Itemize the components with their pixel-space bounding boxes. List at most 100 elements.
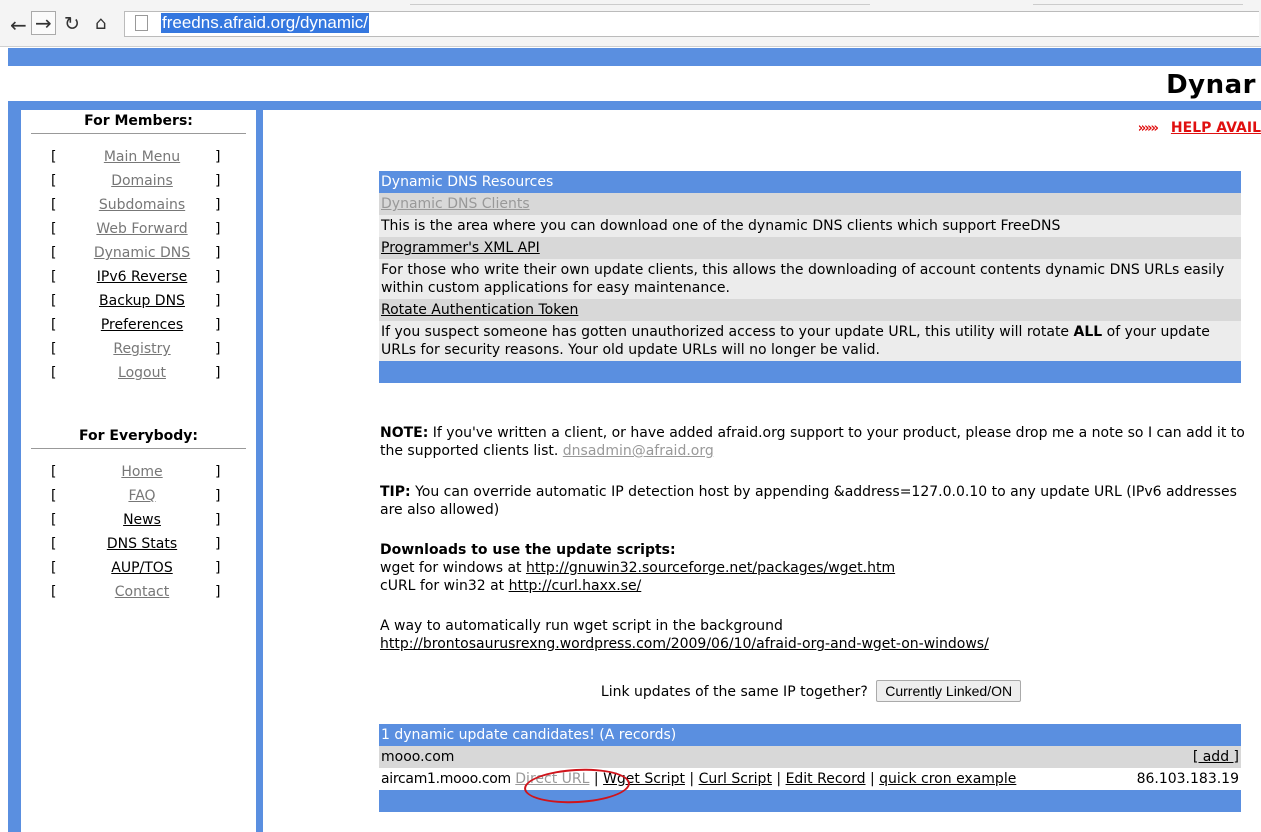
sidebar-member-link[interactable]: Domains (73, 169, 211, 193)
link-updates-question: Link updates of the same IP together? (600, 684, 868, 700)
curl-script-link[interactable]: Curl Script (699, 771, 772, 787)
sidebar-member-item[interactable]: [Registry] (21, 337, 256, 361)
sidebar-member-link[interactable]: Registry (73, 337, 211, 361)
sidebar-everybody-item[interactable]: [News] (21, 508, 256, 532)
bracket-close: ] (215, 560, 221, 576)
bracket-close: ] (215, 269, 221, 285)
frame-column-divider (256, 101, 263, 832)
bracket-open: [ (51, 293, 57, 309)
curl-prefix: cURL for win32 at (380, 578, 509, 594)
sidebar-member-item[interactable]: [Dynamic DNS] (21, 241, 256, 265)
sidebar-member-link[interactable]: Main Menu (73, 145, 211, 169)
sidebar-member-link[interactable]: Backup DNS (73, 289, 211, 313)
background-link[interactable]: http://brontosaurusrexng.wordpress.com/2… (380, 636, 989, 652)
note-label: NOTE: (380, 425, 429, 441)
tab-edge (1033, 4, 1243, 5)
sidebar-everybody-item[interactable]: [ AUP/TOS] (21, 556, 256, 580)
curl-link[interactable]: http://curl.haxx.se/ (509, 578, 642, 594)
sidebar-everybody-link[interactable]: Home (73, 460, 211, 484)
sidebar-everybody-item[interactable]: [Contact] (21, 580, 256, 604)
bracket-open: [ (51, 245, 57, 261)
ip-address: 86.103.183.19 (1117, 768, 1241, 790)
sidebar-member-item[interactable]: [ Backup DNS] (21, 289, 256, 313)
page-title: Dynar (1166, 70, 1256, 100)
add-link[interactable]: [ add ] (1193, 749, 1239, 765)
sidebar-member-item[interactable]: [Domains] (21, 169, 256, 193)
help-label[interactable]: HELP AVAIL (1171, 120, 1261, 136)
bracket-open: [ (51, 341, 57, 357)
bracket-open: [ (51, 560, 57, 576)
bracket-close: ] (215, 293, 221, 309)
forward-arrow-icon[interactable]: → (31, 11, 56, 35)
reload-icon[interactable]: ↻ (64, 13, 80, 35)
direct-url-link[interactable]: Direct URL (515, 771, 589, 787)
sidebar-member-item[interactable]: [ Subdomains] (21, 193, 256, 217)
bracket-close: ] (215, 197, 221, 213)
help-link[interactable]: »»» HELP AVAIL (1138, 120, 1261, 136)
tip-paragraph: TIP: You can override automatic IP detec… (380, 483, 1250, 519)
frame-top-bar (8, 48, 1261, 66)
sidebar-everybody-link[interactable]: News (73, 508, 211, 532)
page-icon (135, 15, 148, 31)
candidates-footer (379, 790, 1241, 812)
sidebar-member-item[interactable]: [Logout] (21, 361, 256, 385)
resources-title: Dynamic DNS Resources (379, 171, 1241, 193)
bracket-close: ] (215, 317, 221, 333)
rotate-text-bold: ALL (1073, 324, 1103, 340)
sidebar-member-link[interactable]: Preferences (73, 313, 211, 337)
wget-script-link[interactable]: Wget Script (603, 771, 685, 787)
sidebar-member-link[interactable]: Subdomains (73, 193, 211, 217)
resources-table: Dynamic DNS Resources Dynamic DNS Client… (379, 171, 1241, 383)
email-link[interactable]: dnsadmin@afraid.org (563, 443, 714, 459)
frame-divider (8, 101, 1261, 110)
cron-example-link[interactable]: quick cron example (879, 771, 1016, 787)
bracket-open: [ (51, 317, 57, 333)
linked-toggle-button[interactable]: Currently Linked/ON (876, 680, 1022, 702)
edit-record-link[interactable]: Edit Record (786, 771, 866, 787)
sidebar-member-link[interactable]: Web Forward (73, 217, 211, 241)
sidebar-member-item[interactable]: [IPv6 Reverse] (21, 265, 256, 289)
wget-link[interactable]: http://gnuwin32.sourceforge.net/packages… (526, 560, 895, 576)
sidebar-everybody-link[interactable]: Contact (73, 580, 211, 604)
dynamic-dns-clients-link[interactable]: Dynamic DNS Clients (381, 196, 530, 212)
bracket-open: [ (51, 584, 57, 600)
sidebar-everybody-link[interactable]: AUP/TOS (73, 556, 211, 580)
address-url[interactable]: freedns.afraid.org/dynamic/ (161, 13, 369, 33)
sidebar-member-item[interactable]: [ Main Menu] (21, 145, 256, 169)
rotate-text-1: If you suspect someone has gotten unauth… (381, 324, 1074, 340)
sidebar-member-link[interactable]: IPv6 Reverse (73, 265, 211, 289)
divider (31, 133, 246, 134)
wget-prefix: wget for windows at (380, 560, 526, 576)
xml-api-link[interactable]: Programmer's XML API (381, 240, 540, 256)
bracket-close: ] (215, 221, 221, 237)
bracket-close: ] (215, 149, 221, 165)
candidates-table: 1 dynamic update candidates! (A records)… (379, 724, 1241, 812)
tip-text: You can override automatic IP detection … (380, 484, 1237, 518)
bracket-close: ] (215, 365, 221, 381)
background-text: A way to automatically run wget script i… (380, 618, 783, 634)
back-arrow-icon[interactable]: ← (10, 13, 27, 37)
link-updates-row: Link updates of the same IP together? Cu… (380, 680, 1242, 702)
sidebar-member-item[interactable]: [ Web Forward] (21, 217, 256, 241)
sidebar-member-link[interactable]: Logout (73, 361, 211, 385)
address-bar[interactable]: freedns.afraid.org/dynamic/ (124, 11, 1259, 37)
sidebar-everybody-item[interactable]: [Home] (21, 460, 256, 484)
sidebar-everybody-item[interactable]: [DNS Stats] (21, 532, 256, 556)
separator: | (776, 771, 782, 787)
rotate-token-link[interactable]: Rotate Authentication Token (381, 302, 578, 318)
sidebar-member-link[interactable]: Dynamic DNS (73, 241, 211, 265)
sidebar-everybody-item[interactable]: [FAQ] (21, 484, 256, 508)
bracket-open: [ (51, 221, 57, 237)
everybody-menu: [Home] [FAQ] [News] [DNS Stats] [AUP/TOS] [Co… (21, 460, 256, 604)
bracket-open: [ (51, 464, 57, 480)
bracket-open: [ (51, 197, 57, 213)
sidebar-everybody-link[interactable]: FAQ (73, 484, 211, 508)
home-icon[interactable]: ⌂ (95, 13, 106, 34)
sidebar-member-item[interactable]: [ Preferences] (21, 313, 256, 337)
bracket-open: [ (51, 173, 57, 189)
bracket-open: [ (51, 149, 57, 165)
sidebar: For Members: [Main Menu] [Domains] [Subdom… (21, 110, 256, 604)
bracket-open: [ (51, 512, 57, 528)
sidebar-everybody-link[interactable]: DNS Stats (73, 532, 211, 556)
resources-footer (379, 361, 1241, 383)
